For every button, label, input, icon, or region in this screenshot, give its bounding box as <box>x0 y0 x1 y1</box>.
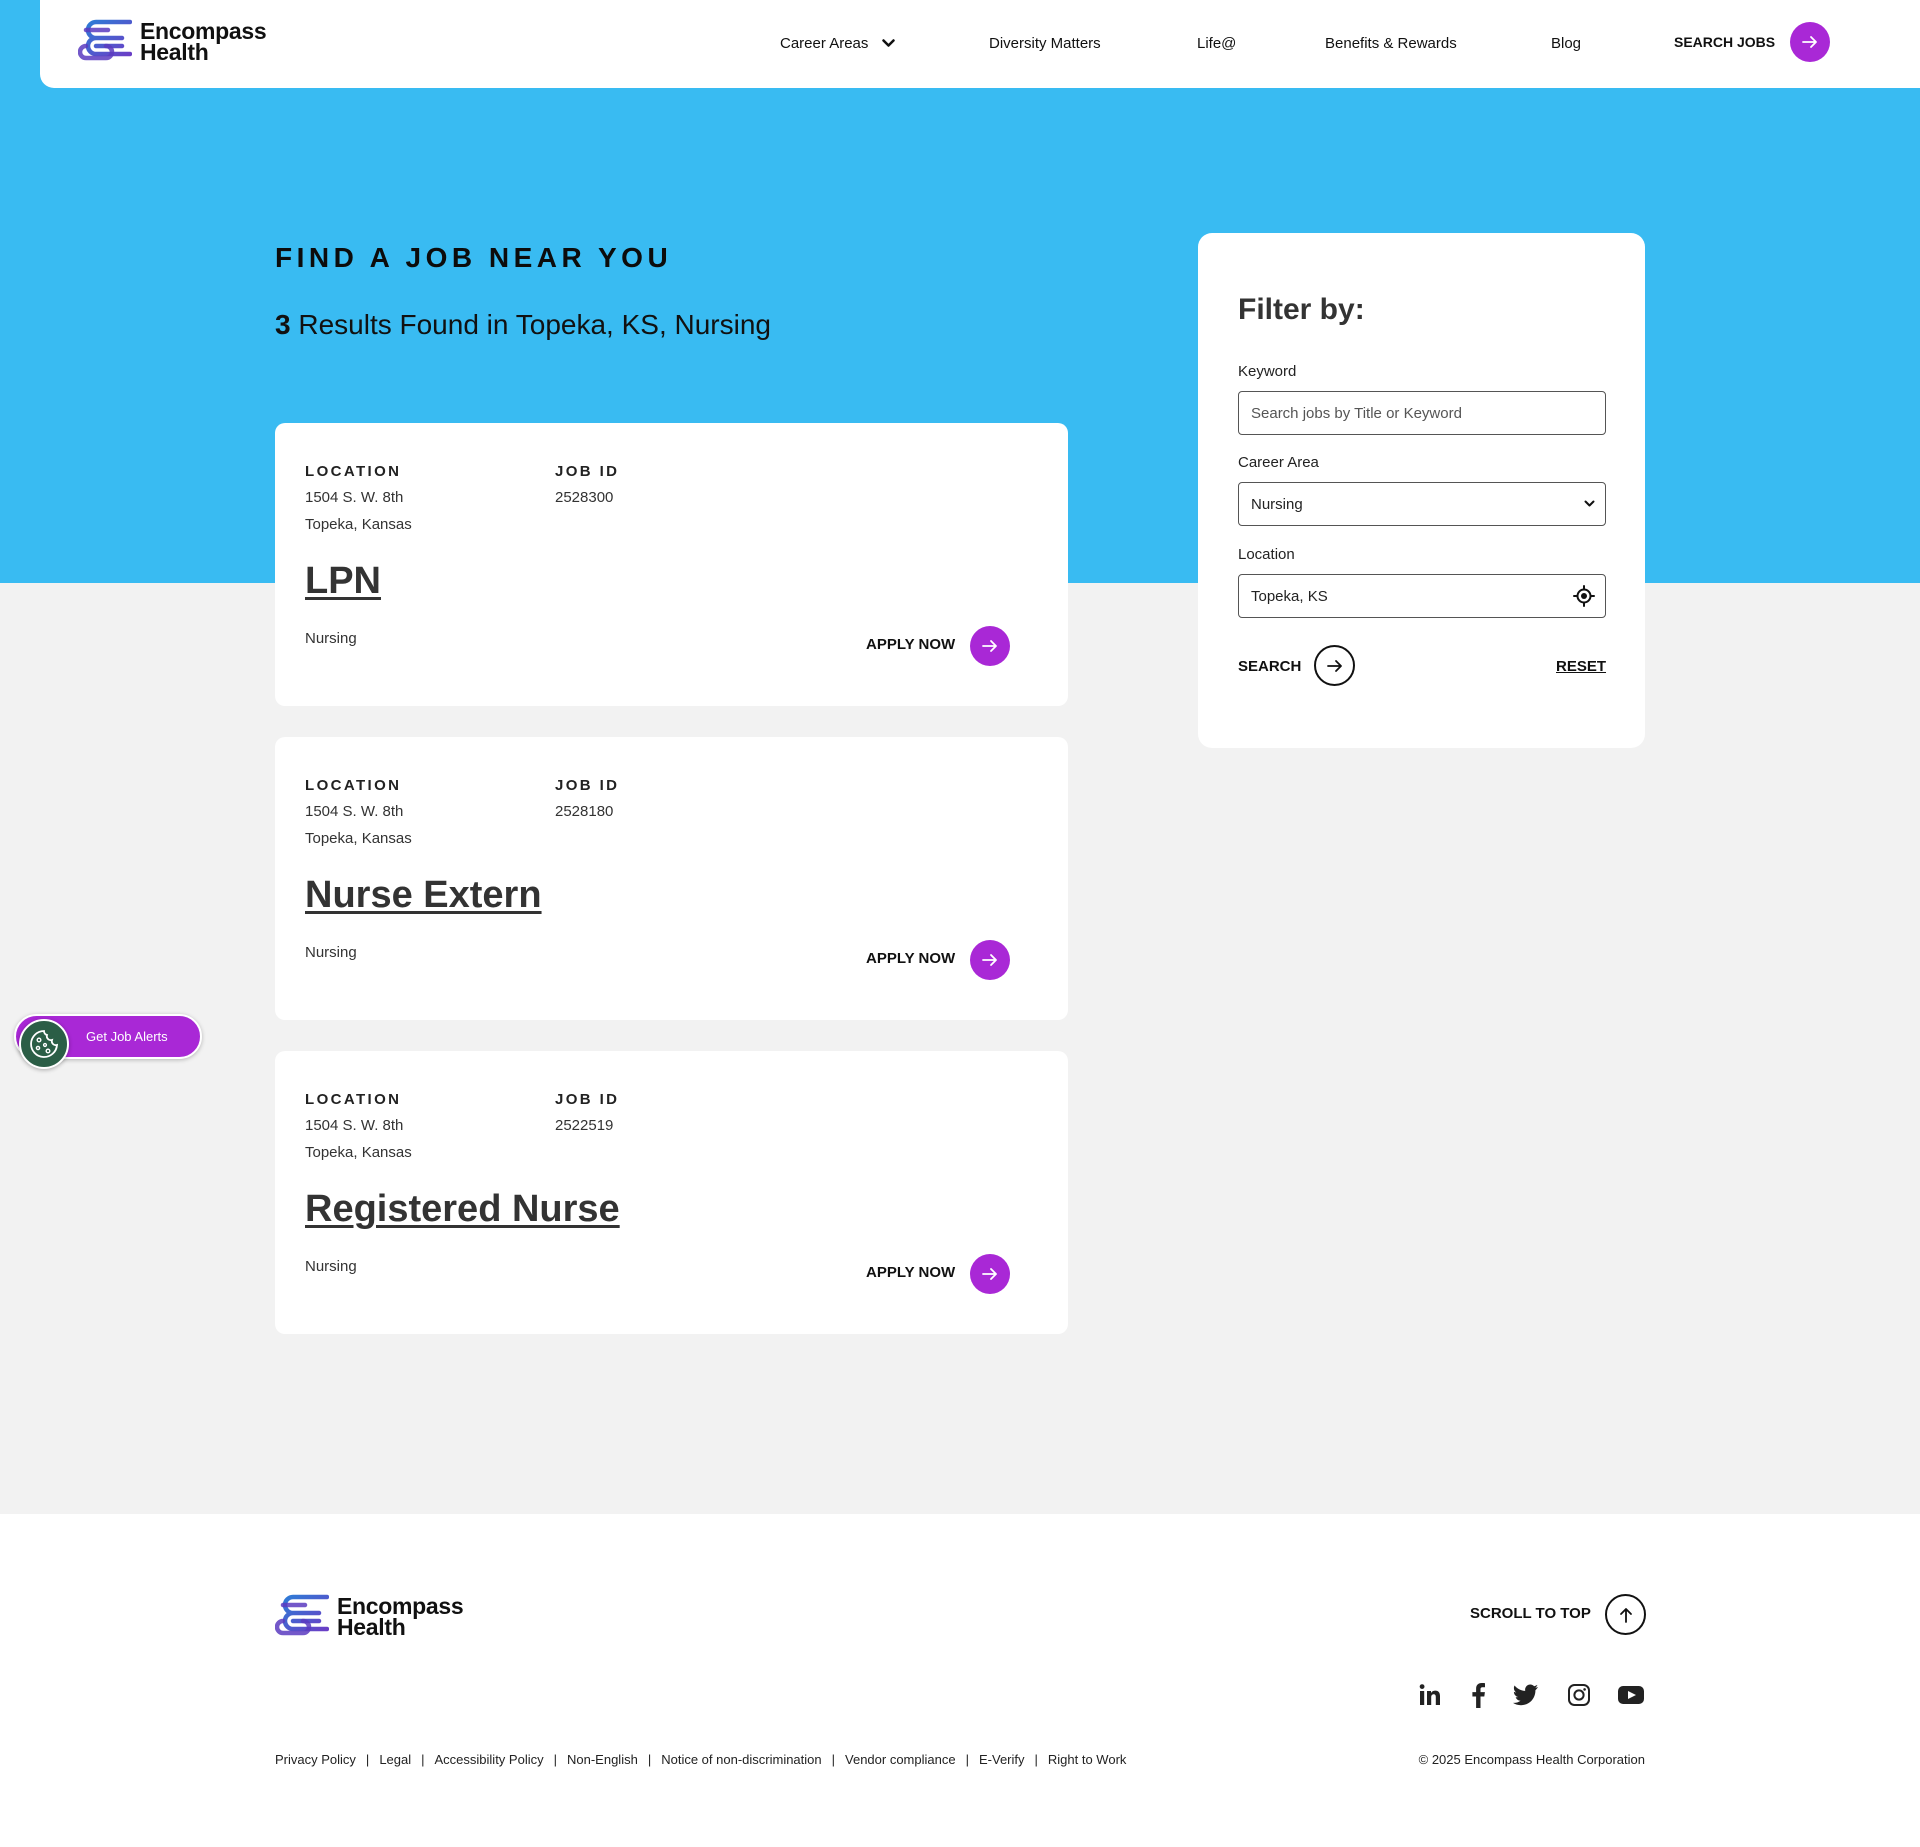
nav-blog[interactable]: Blog <box>1551 35 1581 52</box>
job-title-link[interactable]: Registered Nurse <box>305 1188 620 1231</box>
filter-search-link[interactable]: SEARCH <box>1238 658 1301 675</box>
logo-name-line2: Health <box>337 1614 406 1640</box>
twitter-link[interactable] <box>1512 1681 1540 1709</box>
location-label: LOCATION <box>305 463 402 480</box>
job-card: LOCATION JOB ID 1504 S. W. 8th Topeka, K… <box>275 737 1068 1020</box>
arrow-up-icon <box>1619 1607 1632 1623</box>
filter-panel: Filter by: Keyword Career Area Nursing L… <box>1198 233 1645 748</box>
page-title: FIND A JOB NEAR YOU <box>275 242 673 273</box>
cookie-icon <box>30 1030 59 1058</box>
search-jobs-button[interactable] <box>1790 22 1830 62</box>
job-city: Topeka, Kansas <box>305 516 412 533</box>
use-my-location-button[interactable] <box>1573 585 1595 607</box>
scroll-to-top-link[interactable]: SCROLL TO TOP <box>1470 1605 1591 1622</box>
nav-career-areas[interactable]: Career Areas <box>780 35 896 52</box>
location-label: LOCATION <box>305 777 402 794</box>
job-card: LOCATION JOB ID 1504 S. W. 8th Topeka, K… <box>275 423 1068 706</box>
footer-link-e-verify[interactable]: E-Verify <box>979 1752 1025 1767</box>
cookie-settings-button[interactable] <box>19 1019 69 1069</box>
header-logo[interactable]: Encompass Health <box>78 18 267 66</box>
instagram-icon <box>1568 1684 1590 1706</box>
twitter-icon <box>1513 1684 1538 1706</box>
job-address: 1504 S. W. 8th <box>305 1117 404 1134</box>
job-id-value: 2528300 <box>555 489 614 506</box>
scroll-to-top-button[interactable] <box>1605 1594 1646 1635</box>
filter-reset-link[interactable]: RESET <box>1556 658 1606 675</box>
logo-name-line2: Health <box>140 39 209 65</box>
filter-search-button[interactable] <box>1314 645 1355 686</box>
results-summary: 3 Results Found in Topeka, KS, Nursing <box>275 309 771 341</box>
apply-now-link[interactable]: APPLY NOW <box>866 950 955 967</box>
career-area-select[interactable]: Nursing <box>1238 482 1606 526</box>
apply-now-link[interactable]: APPLY NOW <box>866 636 955 653</box>
job-category: Nursing <box>305 630 357 647</box>
job-id-label: JOB ID <box>555 777 620 794</box>
linkedin-link[interactable] <box>1416 1681 1444 1709</box>
job-id-value: 2522519 <box>555 1117 614 1134</box>
encompass-logo-icon <box>78 19 132 61</box>
job-address: 1504 S. W. 8th <box>305 489 404 506</box>
job-address: 1504 S. W. 8th <box>305 803 404 820</box>
nav-career-areas-label: Career Areas <box>780 35 869 52</box>
facebook-icon <box>1472 1683 1485 1708</box>
results-text: Results Found in Topeka, KS, Nursing <box>298 309 771 340</box>
career-area-label: Career Area <box>1238 454 1319 471</box>
apply-now-button[interactable] <box>970 1254 1010 1294</box>
facebook-link[interactable] <box>1465 1681 1493 1709</box>
keyword-input[interactable] <box>1238 391 1606 435</box>
location-value: Topeka, KS <box>1251 587 1328 605</box>
site-header: Encompass Health Career Areas Diversity … <box>40 0 1920 88</box>
chevron-down-icon <box>882 39 896 47</box>
nav-diversity-matters[interactable]: Diversity Matters <box>989 35 1101 52</box>
arrow-right-icon <box>982 954 997 966</box>
arrow-right-icon <box>1326 659 1342 672</box>
job-title-link[interactable]: Nurse Extern <box>305 874 542 917</box>
results-count: 3 <box>275 309 291 340</box>
footer-link-non-discrimination[interactable]: Notice of non-discrimination <box>661 1752 821 1767</box>
footer-link-legal[interactable]: Legal <box>379 1752 411 1767</box>
search-jobs-link[interactable]: SEARCH JOBS <box>1674 34 1775 50</box>
footer-links: Privacy Policy | Legal | Accessibility Pol… <box>275 1752 1127 1767</box>
job-category: Nursing <box>305 1258 357 1275</box>
location-filter-label: Location <box>1238 546 1295 563</box>
footer-logo[interactable]: Encompass Health <box>275 1593 464 1641</box>
encompass-logo-icon <box>275 1594 329 1636</box>
arrow-right-icon <box>982 1268 997 1280</box>
job-id-value: 2528180 <box>555 803 614 820</box>
nav-life[interactable]: Life@ <box>1197 35 1236 52</box>
job-city: Topeka, Kansas <box>305 830 412 847</box>
youtube-link[interactable] <box>1617 1681 1645 1709</box>
apply-now-link[interactable]: APPLY NOW <box>866 1264 955 1281</box>
nav-benefits-rewards[interactable]: Benefits & Rewards <box>1325 35 1457 52</box>
chevron-down-icon <box>1584 500 1595 507</box>
career-area-value: Nursing <box>1251 495 1303 513</box>
job-id-label: JOB ID <box>555 1091 620 1108</box>
location-label: LOCATION <box>305 1091 402 1108</box>
apply-now-button[interactable] <box>970 940 1010 980</box>
copyright-text: © 2025 Encompass Health Corporation <box>1418 1752 1645 1767</box>
footer-link-right-to-work[interactable]: Right to Work <box>1048 1752 1127 1767</box>
job-city: Topeka, Kansas <box>305 1144 412 1161</box>
get-job-alerts-label: Get Job Alerts <box>86 1029 168 1044</box>
job-card: LOCATION JOB ID 1504 S. W. 8th Topeka, K… <box>275 1051 1068 1334</box>
arrow-right-icon <box>982 640 997 652</box>
linkedin-icon <box>1419 1684 1440 1705</box>
instagram-link[interactable] <box>1565 1681 1593 1709</box>
footer-link-privacy[interactable]: Privacy Policy <box>275 1752 356 1767</box>
job-title-link[interactable]: LPN <box>305 560 381 603</box>
filter-title: Filter by: <box>1238 293 1365 326</box>
job-category: Nursing <box>305 944 357 961</box>
job-id-label: JOB ID <box>555 463 620 480</box>
crosshair-icon <box>1573 585 1595 607</box>
arrow-right-icon <box>1802 36 1817 48</box>
footer-link-vendor-compliance[interactable]: Vendor compliance <box>845 1752 956 1767</box>
youtube-icon <box>1618 1686 1644 1704</box>
apply-now-button[interactable] <box>970 626 1010 666</box>
footer-link-non-english[interactable]: Non-English <box>567 1752 638 1767</box>
footer-link-accessibility[interactable]: Accessibility Policy <box>435 1752 544 1767</box>
keyword-label: Keyword <box>1238 363 1297 380</box>
location-input[interactable]: Topeka, KS <box>1238 574 1606 618</box>
